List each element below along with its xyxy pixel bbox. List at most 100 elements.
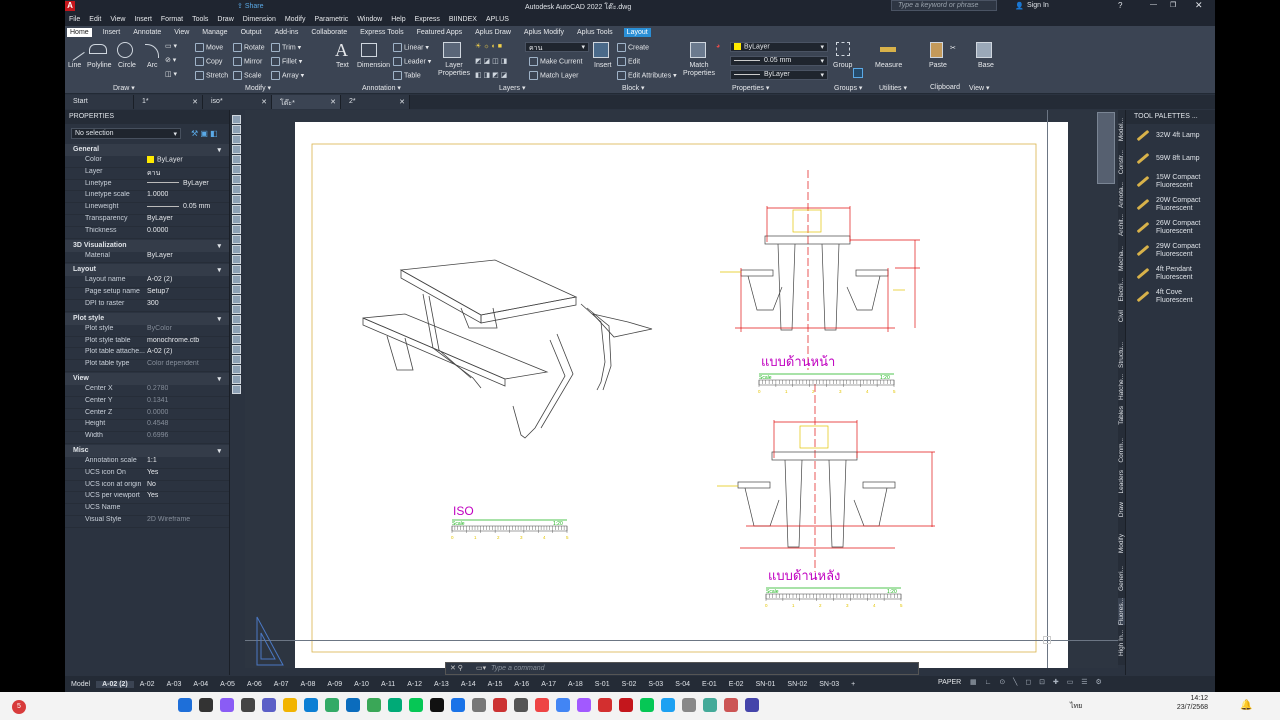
section-3d-visualization[interactable]: 3D Visualization ▾ bbox=[65, 239, 229, 252]
property-row-visual-style[interactable]: Visual Style 2D Wireframe bbox=[65, 516, 229, 528]
scale-button[interactable]: Scale bbox=[233, 71, 262, 80]
tool-strip-icon[interactable] bbox=[232, 345, 241, 354]
tool-strip-icon[interactable] bbox=[232, 145, 241, 154]
doc-tab-2[interactable]: 2* ✕ bbox=[341, 95, 410, 109]
layout-paper[interactable]: Scale 1:20 0 1 2 3 4 5 Scale 1:20 0 1 2 3 4 5 Scale 1:20 0… bbox=[295, 122, 1068, 668]
tab-view[interactable]: View bbox=[172, 29, 191, 36]
rotate-button[interactable]: Rotate bbox=[233, 43, 265, 52]
property-row-page-setup-name[interactable]: Page setup name Setup7 bbox=[65, 288, 229, 300]
layer-properties-icon[interactable] bbox=[443, 42, 461, 58]
tray-language[interactable]: ไทย bbox=[1070, 701, 1082, 712]
tab-collaborate[interactable]: Collaborate bbox=[309, 29, 349, 36]
iso-title[interactable]: ISO bbox=[453, 504, 474, 518]
layout-tab-e-02[interactable]: E-02 bbox=[723, 681, 750, 688]
tool-strip-icon[interactable] bbox=[232, 125, 241, 134]
tool-strip-icon[interactable] bbox=[232, 205, 241, 214]
edge-icon[interactable] bbox=[304, 698, 318, 712]
tool-strip-icon[interactable] bbox=[232, 375, 241, 384]
dimension-icon[interactable] bbox=[361, 43, 377, 57]
stretch-button[interactable]: Stretch bbox=[195, 71, 228, 80]
mail-icon[interactable] bbox=[346, 698, 360, 712]
doc-tab-table[interactable]: โต๊ะ* ✕ bbox=[272, 95, 341, 109]
layout-tab-a-09[interactable]: A-09 bbox=[321, 681, 348, 688]
arc-button[interactable]: Arc bbox=[147, 62, 158, 69]
layout-tab-a-06[interactable]: A-06 bbox=[241, 681, 268, 688]
menu-draw[interactable]: Draw bbox=[217, 16, 233, 23]
base-view-icon[interactable] bbox=[976, 42, 992, 58]
layout-tab-a-15[interactable]: A-15 bbox=[482, 681, 509, 688]
layout-tab-a-03[interactable]: A-03 bbox=[161, 681, 188, 688]
property-row-thickness[interactable]: Thickness 0.0000 bbox=[65, 227, 229, 239]
tab-express-tools[interactable]: Express Tools bbox=[358, 29, 405, 36]
property-row-layer[interactable]: Layer คาน bbox=[65, 168, 229, 180]
layout-tab-a-02[interactable]: A-02 bbox=[134, 681, 161, 688]
taskview-icon[interactable] bbox=[241, 698, 255, 712]
file-explorer-icon[interactable] bbox=[283, 698, 297, 712]
doc-tab-start[interactable]: Start bbox=[65, 95, 134, 109]
sign-in-button[interactable]: Sign In bbox=[1027, 2, 1049, 9]
minimize-icon[interactable]: — bbox=[1150, 1, 1157, 8]
layer-dropdown[interactable]: คาน ▾ bbox=[525, 42, 589, 52]
tool-strip-icon[interactable] bbox=[232, 325, 241, 334]
navigation-bar[interactable] bbox=[1097, 112, 1115, 184]
property-row-layout-name[interactable]: Layout name A-02 (2) bbox=[65, 276, 229, 289]
tool-strip-icon[interactable] bbox=[232, 265, 241, 274]
circle-icon[interactable] bbox=[117, 42, 133, 58]
layout-tab-model[interactable]: Model bbox=[65, 681, 96, 688]
layout-tab-a-14[interactable]: A-14 bbox=[455, 681, 482, 688]
layout-tab-sn-01[interactable]: SN-01 bbox=[750, 681, 782, 688]
property-row-color[interactable]: Color ByLayer bbox=[65, 156, 229, 168]
palette-item-26w-compact-fluorescent[interactable]: 26W Compact Fluorescent bbox=[1126, 216, 1215, 239]
tool-strip-icon[interactable] bbox=[232, 245, 241, 254]
measure-button[interactable]: Measure bbox=[875, 62, 902, 69]
tool-strip-icon[interactable] bbox=[232, 385, 241, 394]
palette-item-4ft-cove-fluorescent[interactable]: 4ft Cove Fluorescent bbox=[1126, 285, 1215, 308]
tool-strip-icon[interactable] bbox=[232, 185, 241, 194]
app-icon[interactable] bbox=[661, 698, 675, 712]
layout-tab-a-02-2[interactable]: A-02 (2) bbox=[96, 680, 134, 688]
app-icon[interactable] bbox=[535, 698, 549, 712]
store-icon[interactable] bbox=[325, 698, 339, 712]
layer-tool-icons[interactable]: ◩ ◪ ◫ ◨ bbox=[475, 57, 507, 65]
doc-tab-1[interactable]: 1* ✕ bbox=[134, 95, 203, 109]
command-history-icon[interactable]: ▭▾ bbox=[476, 664, 486, 672]
paper-space-toggle[interactable]: PAPER bbox=[938, 679, 961, 686]
property-row-center-z[interactable]: Center Z 0.0000 bbox=[65, 409, 229, 421]
palette-item-32w-4ft-lamp[interactable]: 32W 4ft Lamp bbox=[1126, 124, 1215, 147]
menu-view[interactable]: View bbox=[110, 16, 125, 23]
layout-tab-s-03[interactable]: S-03 bbox=[642, 681, 669, 688]
linetype-dropdown[interactable]: ByLayer ▾ bbox=[730, 70, 828, 80]
property-row-dpi-to-raster[interactable]: DPI to raster 300 bbox=[65, 300, 229, 312]
edit-attributes-button[interactable]: Edit Attributes ▾ bbox=[617, 71, 677, 80]
section-plot-style[interactable]: Plot style ▾ bbox=[65, 312, 229, 325]
layout-tab-a-18[interactable]: A-18 bbox=[562, 681, 589, 688]
command-input[interactable]: Type a command bbox=[491, 665, 545, 672]
menu-window[interactable]: Window bbox=[357, 16, 382, 23]
text-button[interactable]: Text bbox=[336, 62, 349, 69]
property-row-plot-style[interactable]: Plot style ByColor bbox=[65, 325, 229, 337]
circle-button[interactable]: Circle bbox=[118, 62, 136, 69]
menu-format[interactable]: Format bbox=[161, 16, 183, 23]
property-row-linetype-scale[interactable]: Linetype scale 1.0000 bbox=[65, 191, 229, 204]
command-line[interactable]: ✕ ⚲ ▭▾ Type a command bbox=[445, 662, 919, 675]
linear-button[interactable]: Linear ▾ bbox=[393, 43, 429, 52]
app-icon[interactable] bbox=[493, 698, 507, 712]
acrobat-icon[interactable] bbox=[598, 698, 612, 712]
group-icon[interactable] bbox=[836, 42, 850, 56]
property-row-annotation-scale[interactable]: Annotation scale 1:1 bbox=[65, 457, 229, 469]
layout-tab-a-12[interactable]: A-12 bbox=[401, 681, 428, 688]
layout-tab-a-04[interactable]: A-04 bbox=[187, 681, 214, 688]
tab-layout[interactable]: Layout bbox=[623, 27, 651, 37]
create-block-button[interactable]: Create bbox=[617, 43, 649, 52]
layout-tab-s-01[interactable]: S-01 bbox=[589, 681, 616, 688]
line-icon[interactable] bbox=[409, 698, 423, 712]
close-icon[interactable]: ✕ bbox=[330, 98, 336, 106]
palette-item-29w-compact-fluorescent[interactable]: 29W Compact Fluorescent bbox=[1126, 239, 1215, 262]
group-select-icon[interactable] bbox=[853, 68, 863, 78]
menu-help[interactable]: Help bbox=[391, 16, 405, 23]
edit-block-button[interactable]: Edit bbox=[617, 57, 640, 66]
hatch-icon[interactable]: ⊘ ▾ bbox=[165, 56, 176, 64]
lineweight-dropdown[interactable]: 0.05 mm ▾ bbox=[730, 56, 828, 66]
property-row-center-y[interactable]: Center Y 0.1341 bbox=[65, 397, 229, 409]
layers-panel-title[interactable]: Layers ▾ bbox=[499, 84, 525, 92]
